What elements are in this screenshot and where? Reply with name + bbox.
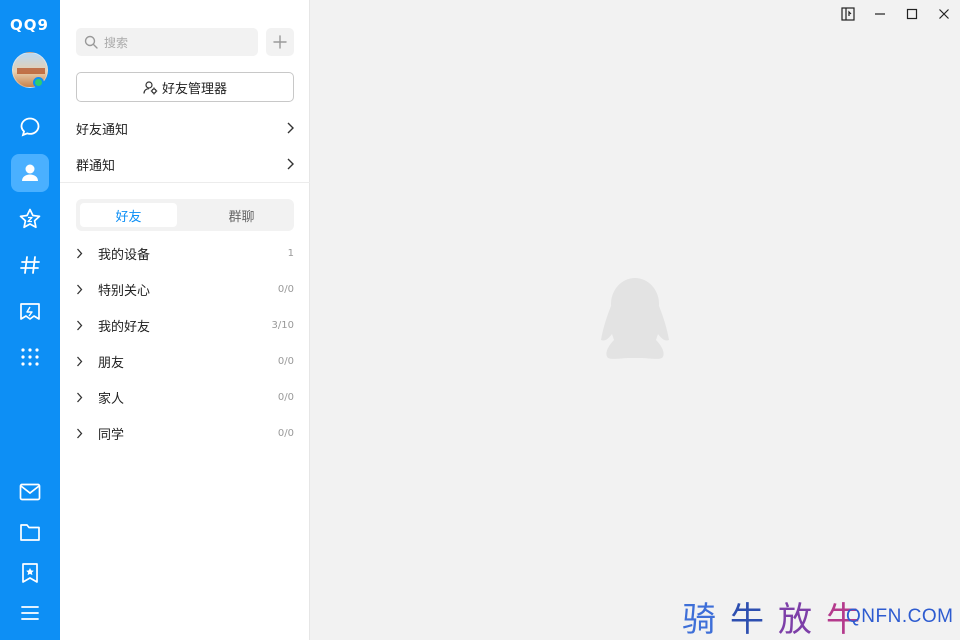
chevron-right-icon xyxy=(77,284,83,294)
group-name: 家人 xyxy=(98,391,125,407)
apps-grid-icon[interactable] xyxy=(11,338,49,376)
group-count: 0/0 xyxy=(277,283,294,295)
left-rail: QQ9 xyxy=(0,0,60,640)
contacts-tab-switch: 好友 群聊 xyxy=(76,199,294,231)
pin-icon xyxy=(841,7,855,21)
star-icon[interactable] xyxy=(11,200,49,238)
friend-group-row[interactable]: 我的设备 1 xyxy=(76,241,294,265)
maximize-icon xyxy=(906,8,918,20)
search-icon xyxy=(84,35,98,49)
friend-notice-label: 好友通知 xyxy=(76,122,129,138)
minimize-button[interactable] xyxy=(868,4,892,24)
hashtag-icon[interactable] xyxy=(11,246,49,284)
friend-group-row[interactable]: 我的好友 3/10 xyxy=(76,313,294,337)
group-name: 我的设备 xyxy=(98,247,151,263)
friend-group-row[interactable]: 特别关心 0/0 xyxy=(76,277,294,301)
plus-icon xyxy=(273,35,287,49)
chevron-right-icon xyxy=(287,122,294,134)
group-count: 0/0 xyxy=(277,391,294,403)
friend-group-row[interactable]: 朋友 0/0 xyxy=(76,349,294,373)
folder-icon[interactable] xyxy=(11,513,49,551)
group-count: 0/0 xyxy=(277,427,294,439)
group-count: 3/10 xyxy=(271,319,294,331)
online-status-dot xyxy=(33,77,44,88)
divider xyxy=(60,182,310,183)
group-count: 0/0 xyxy=(277,355,294,367)
qq-logo: QQ9 xyxy=(10,16,49,34)
search-placeholder: 搜索 xyxy=(104,35,129,50)
group-count: 1 xyxy=(287,247,294,259)
tab-friends[interactable]: 好友 xyxy=(80,203,177,227)
mail-icon[interactable] xyxy=(11,473,49,511)
group-name: 我的好友 xyxy=(98,319,151,335)
friend-manager-label: 好友管理器 xyxy=(161,81,227,97)
friend-group-row[interactable]: 家人 0/0 xyxy=(76,385,294,409)
menu-icon[interactable] xyxy=(11,594,49,632)
add-button[interactable] xyxy=(266,28,294,56)
friend-manager-icon xyxy=(143,80,158,94)
chevron-right-icon xyxy=(77,392,83,402)
chat-bubble-icon[interactable] xyxy=(11,108,49,146)
watermark-char: 牛 xyxy=(730,600,778,640)
chevron-right-icon xyxy=(287,158,294,170)
group-name: 朋友 xyxy=(98,355,125,371)
chevron-right-icon xyxy=(77,428,83,438)
chevron-right-icon xyxy=(77,248,83,258)
friend-notice-row[interactable]: 好友通知 xyxy=(76,116,294,140)
tab-groups[interactable]: 群聊 xyxy=(193,203,290,227)
maximize-button[interactable] xyxy=(900,4,924,24)
group-notice-row[interactable]: 群通知 xyxy=(76,152,294,176)
close-button[interactable] xyxy=(932,4,956,24)
group-name: 特别关心 xyxy=(98,283,151,299)
watermark-char: 骑 xyxy=(682,600,730,640)
pin-window-button[interactable] xyxy=(836,4,860,24)
chevron-right-icon xyxy=(77,356,83,366)
group-notice-label: 群通知 xyxy=(76,158,116,174)
contacts-icon[interactable] xyxy=(11,154,49,192)
chevron-right-icon xyxy=(77,320,83,330)
close-icon xyxy=(939,9,949,19)
friend-manager-button[interactable]: 好友管理器 xyxy=(76,72,294,102)
bookmark-icon[interactable] xyxy=(11,554,49,592)
friend-group-row[interactable]: 同学 0/0 xyxy=(76,421,294,445)
empty-state-penguin-icon xyxy=(598,276,672,368)
watermark-domain: QNFN.COM xyxy=(846,606,954,627)
search-input[interactable]: 搜索 xyxy=(76,28,258,56)
group-name: 同学 xyxy=(98,427,125,443)
watermark-char: 放 xyxy=(778,600,826,640)
contacts-panel: 搜索 好友管理器 好友通知 群通知 好友 群聊 我的设备 1 特别关心 0/0 … xyxy=(60,0,310,640)
game-icon[interactable] xyxy=(11,292,49,330)
minimize-icon xyxy=(875,13,885,15)
